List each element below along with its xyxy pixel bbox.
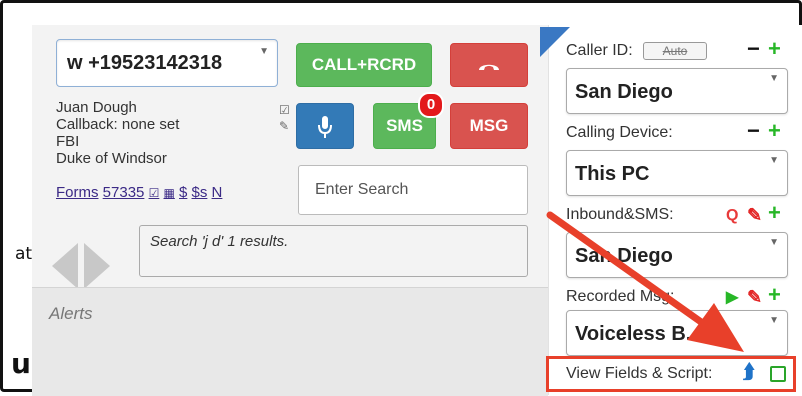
dropdown-caret-icon: ▼ <box>769 73 779 84</box>
right-arrow-icon[interactable] <box>84 243 110 289</box>
hangup-button[interactable] <box>450 43 528 87</box>
dialer-panel: w +19523142318 ▼ CALL+RCRD Juan Dough Ca… <box>32 25 549 396</box>
forms-link[interactable]: Forms <box>56 184 99 201</box>
microphone-icon <box>318 116 332 138</box>
plus-icon[interactable]: + <box>768 282 781 308</box>
phone-number-input[interactable]: w +19523142318 ▼ <box>56 39 278 87</box>
caller-id-label: Caller ID: <box>566 42 633 59</box>
search-results-text: Search 'j d' 1 results. <box>150 233 289 250</box>
recorded-msg-label: Recorded Msg: <box>566 288 675 305</box>
contact-links: Forms 57335 ☑ ▦ $ $s N <box>56 184 222 201</box>
plus-icon[interactable]: + <box>768 200 781 226</box>
nav-arrows <box>52 243 110 289</box>
dollar-link[interactable]: $ <box>179 184 187 201</box>
checkbox-link[interactable]: ☑ <box>149 186 160 200</box>
pencil-icon[interactable]: ✎ <box>279 119 289 133</box>
alerts-section: Alerts <box>32 287 548 396</box>
app-frame: at u w +19523142318 ▼ CALL+RCRD Juan Dou… <box>0 0 802 396</box>
search-results: Search 'j d' 1 results. <box>139 225 528 277</box>
record-id-link[interactable]: 57335 <box>103 184 145 201</box>
sms-count-badge: 0 <box>418 92 444 118</box>
calling-device-label: Calling Device: <box>566 124 673 141</box>
background-text-at: at <box>15 244 33 264</box>
minus-icon[interactable]: − <box>747 36 760 62</box>
dollars-link[interactable]: $s <box>192 184 208 201</box>
sms-label: SMS <box>386 116 423 135</box>
recorded-msg-value: Voiceless B... <box>575 323 703 345</box>
call-record-label: CALL+RCRD <box>311 55 417 74</box>
dropdown-caret-icon: ▼ <box>769 237 779 248</box>
plus-icon[interactable]: + <box>768 118 781 144</box>
check-icon[interactable]: ☑ <box>279 103 290 117</box>
plus-icon[interactable]: + <box>768 36 781 62</box>
search-placeholder: Enter Search <box>315 181 409 198</box>
dropdown-caret-icon: ▼ <box>769 315 779 326</box>
inbound-sms-select[interactable]: San Diego ▼ <box>566 232 788 278</box>
play-icon[interactable]: ▶ <box>726 287 738 307</box>
contact-name: Juan Dough <box>56 99 137 116</box>
inbound-sms-value: San Diego <box>575 245 673 267</box>
call-record-button[interactable]: CALL+RCRD <box>296 43 432 87</box>
caller-id-value: San Diego <box>575 81 673 103</box>
n-link[interactable]: N <box>212 184 223 201</box>
background-text-u: u <box>11 347 31 380</box>
contact-company: FBI <box>56 133 80 150</box>
search-field[interactable]: Enter Search <box>298 165 528 215</box>
microphone-button[interactable] <box>296 103 354 149</box>
pencil-icon[interactable]: ✎ <box>747 287 762 308</box>
inbound-sms-label: Inbound&SMS: <box>566 206 674 223</box>
calling-device-select[interactable]: This PC ▼ <box>566 150 788 196</box>
contact-callback: Callback: none set <box>56 116 180 133</box>
contact-info: Juan Dough Callback: none set FBI Duke o… <box>56 99 179 167</box>
phone-number-value: w +19523142318 <box>67 52 223 74</box>
hangup-icon <box>479 64 499 70</box>
caller-id-select[interactable]: San Diego ▼ <box>566 68 788 114</box>
msg-button[interactable]: MSG <box>450 103 528 149</box>
alerts-label: Alerts <box>49 304 93 323</box>
contact-title: Duke of Windsor <box>56 150 167 167</box>
calling-device-value: This PC <box>575 163 650 185</box>
pencil-icon[interactable]: ✎ <box>747 205 762 226</box>
dropdown-caret-icon[interactable]: ▼ <box>259 46 269 57</box>
msg-label: MSG <box>469 116 509 135</box>
grid-link[interactable]: ▦ <box>164 186 175 200</box>
dropdown-caret-icon: ▼ <box>769 155 779 166</box>
auto-toggle[interactable]: Auto <box>643 42 707 60</box>
left-arrow-icon[interactable] <box>52 243 78 289</box>
settings-panel: Caller ID: Auto − + San Diego ▼ Calling … <box>540 25 802 395</box>
minus-icon[interactable]: − <box>747 118 760 144</box>
recorded-msg-select[interactable]: Voiceless B... ▼ <box>566 310 788 356</box>
annotation-highlight-box <box>546 356 796 392</box>
search-q-icon[interactable]: Q <box>726 207 738 225</box>
